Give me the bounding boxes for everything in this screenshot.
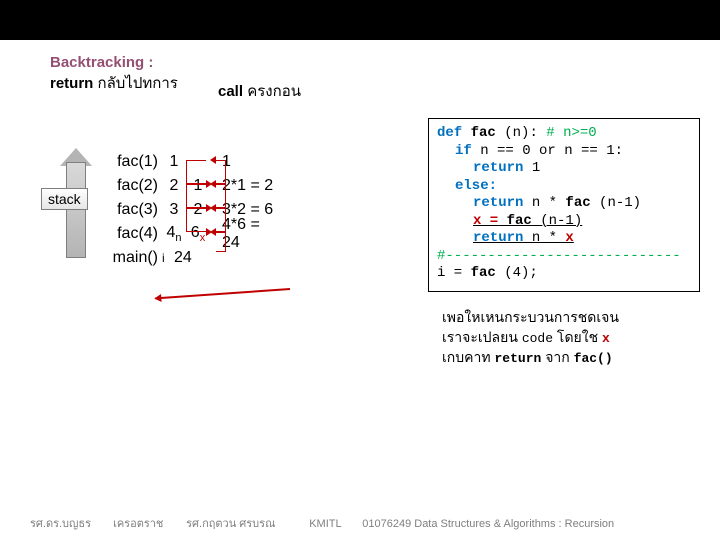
stack-frame-label: fac(3) bbox=[100, 201, 162, 219]
bracket-icon bbox=[186, 184, 206, 208]
code-line: def fac (n): # n>=0 bbox=[437, 125, 691, 143]
code-line: return 1 bbox=[437, 160, 691, 178]
stack-frame-label: fac(1) bbox=[100, 153, 162, 171]
bracket-icon bbox=[186, 208, 206, 232]
footer-author1b: เครอตราช bbox=[113, 514, 183, 532]
footer-org: KMITL bbox=[309, 518, 359, 530]
bracket-icon bbox=[186, 160, 206, 184]
bracket-icon bbox=[216, 232, 226, 252]
bracket-icon bbox=[216, 208, 226, 232]
note-text: เพอใหเหนกระบวนการชดเจน เราจะเปลยน code โ… bbox=[442, 308, 702, 368]
top-bar bbox=[0, 0, 720, 40]
code-line: if n == 0 or n == 1: bbox=[437, 143, 691, 161]
return-value: 2 bbox=[162, 177, 186, 195]
arrow-left-icon bbox=[210, 180, 216, 188]
heading-line2: return กลับไปทการ bbox=[50, 71, 720, 95]
code-line: i = fac (4); bbox=[437, 265, 691, 283]
stack-grid: fac(1) 1 1 fac(2) 2 1 2*1 = 2 fac(3) 3 2… bbox=[100, 150, 280, 270]
stack-frame-label: fac(4) bbox=[100, 225, 162, 243]
arrow-left-icon bbox=[210, 204, 216, 212]
x-sublabel: x bbox=[200, 232, 206, 244]
stack-label: stack bbox=[41, 188, 88, 210]
code-line: else: bbox=[437, 178, 691, 196]
note-line: เพอใหเหนกระบวนการชดเจน bbox=[442, 308, 702, 328]
call-rest: ครงกอน bbox=[243, 83, 301, 100]
code-block: def fac (n): # n>=0 if n == 0 or n == 1:… bbox=[428, 118, 700, 292]
main-value: 24 bbox=[174, 249, 198, 267]
arrow-left-icon bbox=[210, 156, 216, 164]
heading-line1: Backtracking : bbox=[50, 54, 720, 71]
n-sublabel: n bbox=[175, 232, 181, 244]
stack-frame-label: fac(2) bbox=[100, 177, 162, 195]
footer-author1: รศ.ดร.บญธร bbox=[30, 514, 110, 532]
note-line: เราจะเปลยน code โดยใช x bbox=[442, 328, 702, 348]
main-label: main() bbox=[100, 249, 162, 267]
heading-thai: กลับไปทการ bbox=[93, 75, 177, 92]
long-arrow-icon bbox=[155, 288, 290, 299]
content-area: Backtracking : return กลับไปทการ call คร… bbox=[0, 40, 720, 95]
arrow-shaft bbox=[66, 162, 86, 258]
bracket-icon bbox=[216, 160, 226, 184]
code-line: x = fac (n-1) bbox=[437, 213, 691, 231]
code-separator: #---------------------------- bbox=[437, 248, 691, 266]
heading-return: return bbox=[50, 75, 93, 92]
footer-course: 01076249 Data Structures & Algorithms : … bbox=[362, 518, 614, 530]
code-line: return n * fac (n-1) bbox=[437, 195, 691, 213]
footer-author2: รศ.กฤตวน ศรบรณ bbox=[186, 514, 306, 532]
i-label: i bbox=[162, 251, 174, 265]
code-line: return n * x bbox=[437, 230, 691, 248]
return-value: 4n bbox=[162, 224, 186, 244]
arrow-left-icon bbox=[210, 228, 216, 236]
return-value: 3 bbox=[162, 201, 186, 219]
footer: รศ.ดร.บญธร เครอตราช รศ.กฤตวน ศรบรณ KMITL… bbox=[0, 514, 720, 532]
note-line: เกบคาท return จาก fac() bbox=[442, 348, 702, 368]
bracket-icon bbox=[216, 184, 226, 208]
call-label: call ครงกอน bbox=[218, 79, 301, 103]
return-value: 1 bbox=[162, 153, 186, 171]
call-bold: call bbox=[218, 83, 243, 100]
